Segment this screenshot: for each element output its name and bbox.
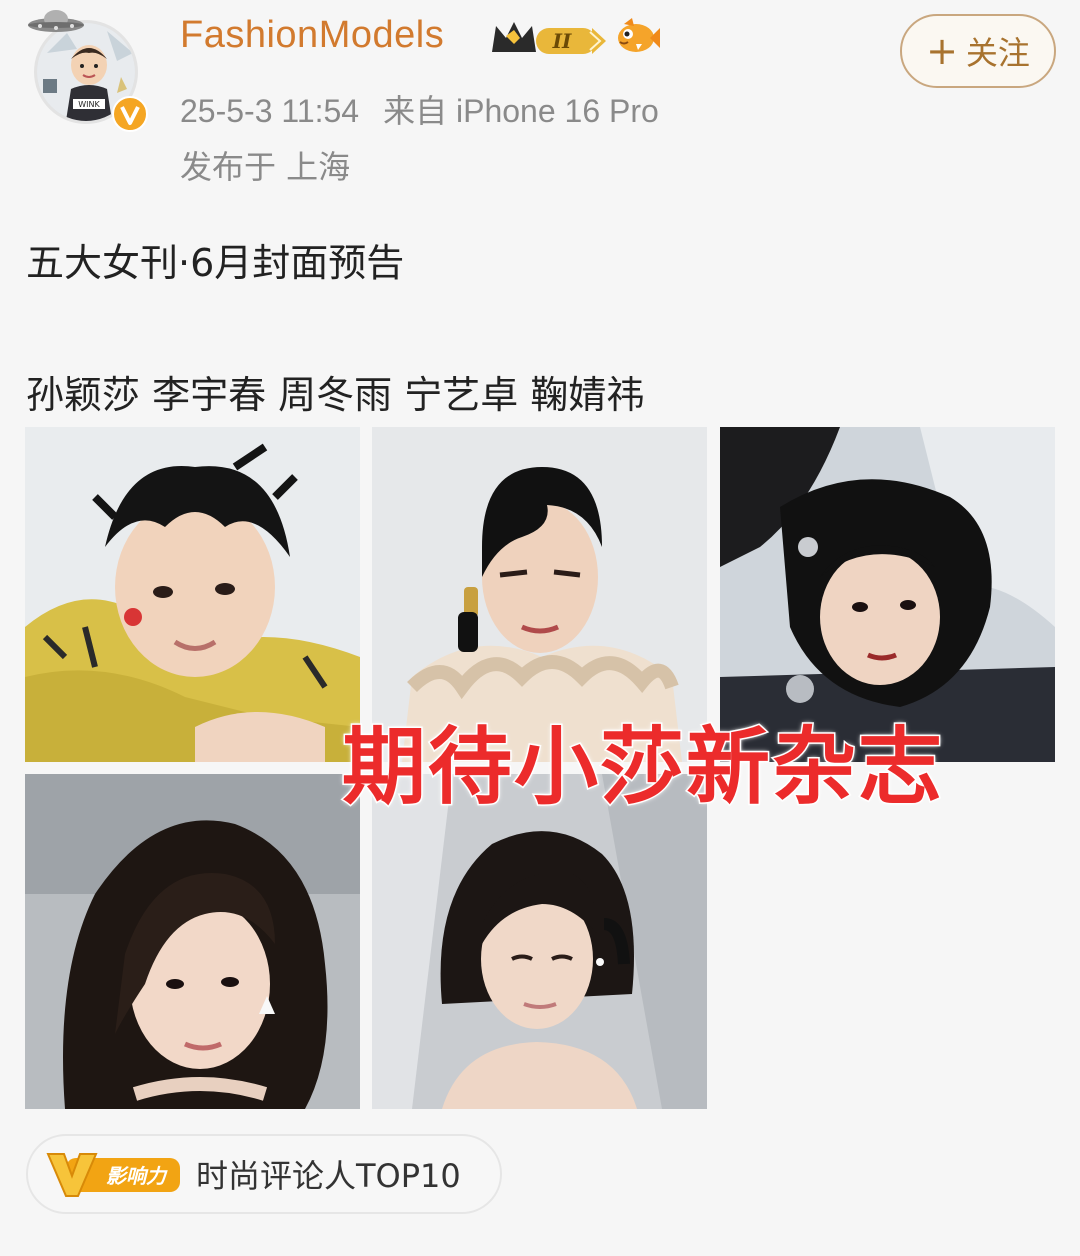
overlay-caption: 期待小莎新杂志 [340,717,945,818]
follow-button[interactable]: + 关注 [900,14,1056,88]
level-badge-text: II [552,29,572,53]
plus-icon: + [926,29,958,73]
influence-badge-label: 时尚评论人TOP10 [196,1157,461,1195]
avatar-wink-text: WINK [78,100,100,109]
post-location: 发布于 上海 [180,148,351,186]
verified-v-icon [112,96,148,132]
post-meta: 25-5-3 11:54 来自 iPhone 16 Pro [180,86,659,132]
post-timestamp: 25-5-3 11:54 [180,93,360,129]
post-source: 来自 iPhone 16 Pro [383,93,659,129]
photo-1[interactable] [25,427,360,762]
influence-badge[interactable]: 影响力 时尚评论人TOP10 [26,1134,502,1214]
member-crown-icon[interactable]: II [488,16,608,60]
ufo-icon [26,6,86,36]
author-name[interactable]: FashionModels [180,14,444,57]
influence-v-icon: 影响力 [46,1150,182,1198]
avatar-container[interactable]: WINK [24,6,148,132]
post-names: 孙颖莎 李宇春 周冬雨 宁艺卓 鞠婧祎 [26,373,645,417]
influence-icon-text: 影响力 [106,1164,168,1188]
photo-5[interactable] [372,774,707,1109]
post-header: WINK FashionModels II 25-5-3 11:54 来自 iP… [0,0,1080,200]
post-title: 五大女刊·6月封面预告 [26,241,405,285]
follow-button-label: 关注 [965,34,1030,72]
fish-emoji-icon [614,14,660,58]
photo-4[interactable] [25,774,360,1109]
